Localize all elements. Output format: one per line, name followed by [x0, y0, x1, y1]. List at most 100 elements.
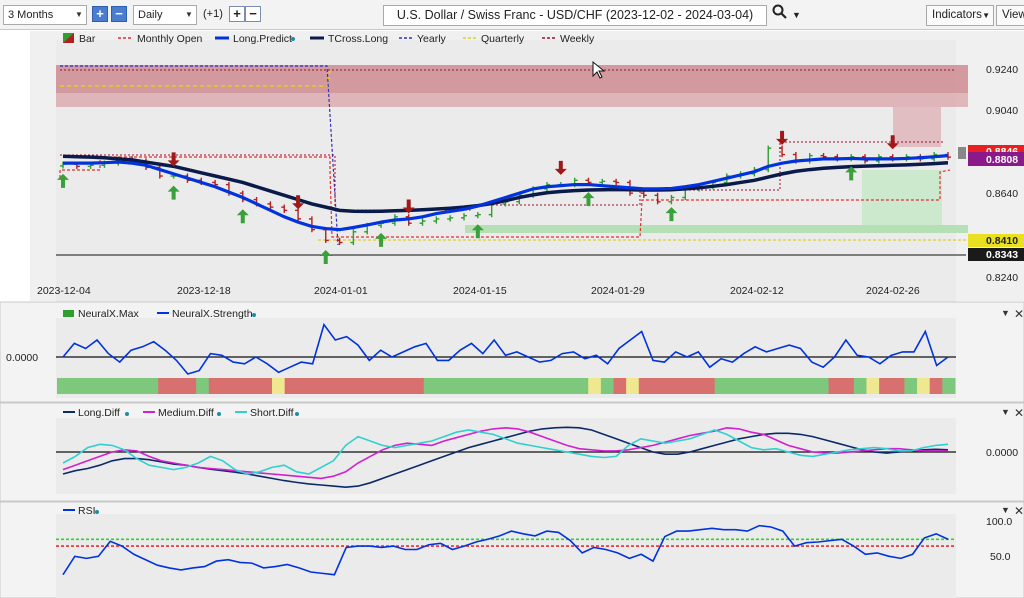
rsi-panel[interactable]: RSI 100.0 50.0 ▼ ✕: [0, 501, 1024, 598]
neuralx-max-bar: [436, 378, 450, 394]
neuralx-max-bar: [638, 378, 652, 394]
neuralx-max-bar: [461, 378, 475, 394]
neuralx-max-bar: [537, 378, 551, 394]
legend-dot-icon: [95, 510, 99, 514]
neuralx-max-bar: [891, 378, 905, 394]
price-tick: 0.9240: [986, 64, 1018, 76]
neuralx-max-bar: [575, 378, 589, 394]
neuralx-max-bar: [322, 378, 336, 394]
panel-menu-icon[interactable]: ▼: [1001, 407, 1010, 417]
panel-menu-icon[interactable]: ▼: [1001, 505, 1010, 515]
neuralx-max-bar: [309, 378, 324, 394]
panel-menu-icon[interactable]: ▼: [1001, 308, 1010, 318]
neuralx-max-bar: [272, 378, 286, 394]
legend-dot-icon: [252, 313, 256, 317]
diff-plot: [56, 418, 956, 494]
neuralx-max-bar: [196, 378, 210, 394]
neuralx-max-bar: [145, 378, 159, 394]
yellow-level-text: 0.8410: [986, 235, 1018, 247]
rsi-tick: 100.0: [986, 516, 1012, 528]
neuralx-max-bar: [335, 378, 349, 394]
neuralx-max-bar: [664, 378, 678, 394]
close-icon[interactable]: ✕: [1014, 504, 1024, 518]
neuralx-max-bar: [588, 378, 602, 394]
neuralx-max-bar: [158, 378, 172, 394]
legend-neuralx-max-swatch: [63, 310, 74, 317]
neuralx-max-bar: [689, 378, 703, 394]
legend-weekly: Weekly: [560, 33, 595, 45]
legend-neuralx-max: NeuralX.Max: [78, 308, 139, 320]
neuralx-max-bar: [702, 378, 716, 394]
legend-dot-icon: [291, 37, 295, 41]
price-legend: Bar Monthly Open Long.Predict TCross.Lon…: [63, 33, 595, 45]
price-tick: 0.9040: [986, 105, 1018, 117]
neuralx-panel[interactable]: NeuralX.Max NeuralX.Strength 0.0000 ▼ ✕: [0, 301, 1024, 403]
neuralx-max-bar: [132, 378, 147, 394]
neuralx-max-bar: [727, 378, 741, 394]
upper-zone-light: [56, 93, 968, 107]
neuralx-max-bar: [853, 378, 867, 394]
legend-tcross-long: TCross.Long: [328, 33, 388, 45]
rsi-tick: 50.0: [990, 551, 1011, 563]
price-tick: 0.8240: [986, 272, 1018, 284]
date-tick: 2024-01-01: [314, 285, 368, 297]
neuralx-max-bar: [69, 378, 83, 394]
neuralx-max-bar: [499, 378, 513, 394]
neuralx-max-bar: [651, 378, 665, 394]
neuralx-max-bar: [120, 378, 134, 394]
neuralx-max-bar: [550, 378, 564, 394]
neuralx-max-bar: [613, 378, 627, 394]
legend-rsi: RSI: [78, 505, 96, 517]
neuralx-max-bar: [234, 378, 248, 394]
neuralx-max-bars: [57, 378, 956, 394]
legend-short-diff: Short.Diff: [250, 407, 294, 419]
neuralx-max-bar: [841, 378, 855, 394]
close-icon[interactable]: ✕: [1014, 307, 1024, 321]
diff-axis-value: 0.0000: [986, 447, 1018, 459]
neuralx-max-bar: [57, 378, 71, 394]
neuralx-max-bar: [942, 378, 956, 394]
current-price-text: 0.8808: [986, 154, 1018, 166]
neuralx-max-bar: [512, 378, 526, 394]
neuralx-max-bar: [562, 378, 577, 394]
neuralx-max-bar: [765, 378, 779, 394]
neuralx-max-bar: [866, 378, 880, 394]
legend-long-predict: Long.Predict: [233, 33, 292, 45]
neuralx-max-bar: [474, 378, 488, 394]
neuralx-max-bar: [879, 378, 893, 394]
neuralx-max-bar: [246, 378, 260, 394]
neuralx-max-bar: [423, 378, 437, 394]
neuralx-max-bar: [600, 378, 615, 394]
neuralx-max-bar: [714, 378, 728, 394]
diff-panel[interactable]: Long.Diff Medium.Diff Short.Diff 0.0000 …: [0, 402, 1024, 502]
price-handle[interactable]: [958, 147, 966, 159]
neuralx-max-bar: [398, 378, 412, 394]
legend-dot-icon: [295, 412, 299, 416]
neuralx-max-bar: [284, 378, 298, 394]
legend-dot-icon: [125, 412, 129, 416]
price-panel[interactable]: Bar Monthly Open Long.Predict TCross.Lon…: [30, 31, 1024, 302]
chart-canvas[interactable]: Bar Monthly Open Long.Predict TCross.Lon…: [0, 0, 1024, 598]
neuralx-max-bar: [297, 378, 311, 394]
lower-zone-ext: [862, 170, 942, 225]
neuralx-max-bar: [803, 378, 817, 394]
legend-neuralx-strength: NeuralX.Strength: [172, 308, 253, 320]
close-icon[interactable]: ✕: [1014, 406, 1024, 420]
date-tick: 2024-02-12: [730, 285, 784, 297]
date-tick: 2024-02-26: [866, 285, 920, 297]
neuralx-max-bar: [107, 378, 121, 394]
neuralx-max-bar: [815, 378, 830, 394]
neuralx-max-bar: [170, 378, 184, 394]
upper-zone-dark: [56, 65, 968, 93]
neuralx-max-bar: [411, 378, 425, 394]
neuralx-max-bar: [94, 378, 109, 394]
neuralx-max-bar: [790, 378, 804, 394]
upper-zone-ext: [893, 107, 941, 147]
neuralx-max-bar: [929, 378, 943, 394]
legend-monthly-open: Monthly Open: [137, 33, 203, 45]
legend-yearly: Yearly: [417, 33, 447, 45]
neuralx-max-bar: [259, 378, 273, 394]
neuralx-max-bar: [676, 378, 690, 394]
neuralx-max-bar: [917, 378, 931, 394]
neuralx-max-bar: [626, 378, 640, 394]
